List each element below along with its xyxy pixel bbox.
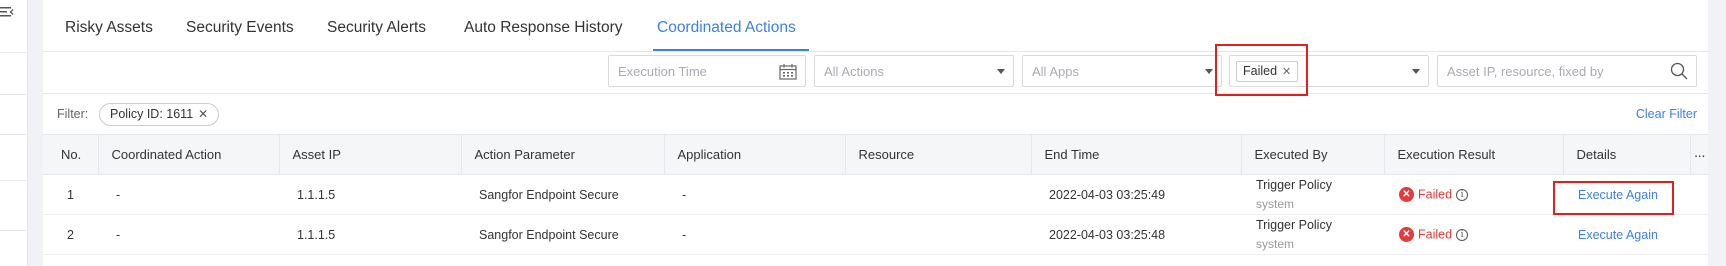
- cell-action: -: [98, 174, 279, 215]
- executed-by-source: system: [1256, 236, 1295, 251]
- actions-select[interactable]: All Actions: [814, 55, 1014, 87]
- apps-select-value: All Apps: [1032, 64, 1079, 79]
- result-text: Failed: [1418, 187, 1453, 202]
- cell-spacer: [1690, 174, 1708, 215]
- cell-execution-result: ✕ Failed i: [1384, 214, 1563, 255]
- col-header-application[interactable]: Application: [663, 134, 845, 175]
- tab-security-events[interactable]: Security Events: [186, 0, 294, 52]
- col-header-resource[interactable]: Resource: [844, 134, 1031, 175]
- filter-bar: Execution Time All Actions All Apps Fail…: [43, 44, 1708, 96]
- collapse-menu-icon[interactable]: [0, 6, 14, 18]
- search-icon[interactable]: [1670, 62, 1688, 80]
- cell-action-parameter: Sangfor Endpoint Secure: [461, 214, 664, 255]
- result-select[interactable]: Failed ✕: [1229, 55, 1429, 87]
- chevron-down-icon: [997, 69, 1005, 74]
- result-chip-label: Failed: [1243, 64, 1278, 78]
- executed-by-name: Trigger Policy: [1256, 217, 1332, 232]
- cell-application: -: [664, 214, 845, 255]
- cell-end-time: 2022-04-03 03:25:49: [1031, 174, 1241, 215]
- info-icon[interactable]: i: [1456, 228, 1469, 241]
- chip-close-icon[interactable]: ✕: [1282, 66, 1291, 78]
- cell-executed-by: Trigger Policy system: [1241, 214, 1384, 255]
- divider: [0, 94, 26, 95]
- result-chip[interactable]: Failed ✕: [1236, 61, 1299, 82]
- execute-again-link[interactable]: Execute Again: [1563, 174, 1690, 215]
- table-header: No. Coordinated Action Asset IP Action P…: [43, 134, 1708, 175]
- col-header-coordinated-action[interactable]: Coordinated Action: [97, 134, 279, 175]
- tab-coordinated-actions[interactable]: Coordinated Actions: [657, 0, 796, 52]
- executed-by-source: system: [1256, 196, 1295, 211]
- cell-no: 2: [43, 214, 98, 255]
- divider: [0, 52, 26, 53]
- policy-filter-pill[interactable]: Policy ID: 1611 ✕: [99, 103, 220, 126]
- cell-spacer: [1690, 214, 1708, 255]
- main-panel: Risky Assets Security Events Security Al…: [43, 0, 1708, 266]
- col-header-execution-result[interactable]: Execution Result: [1383, 134, 1563, 175]
- cell-asset-ip: 1.1.1.5: [279, 214, 461, 255]
- cell-resource: [845, 174, 1031, 215]
- col-header-end-time[interactable]: End Time: [1030, 134, 1241, 175]
- cell-executed-by: Trigger Policy system: [1241, 174, 1384, 215]
- col-header-details[interactable]: Details: [1562, 134, 1690, 175]
- cell-asset-ip: 1.1.1.5: [279, 174, 461, 215]
- cell-resource: [845, 214, 1031, 255]
- chevron-down-icon: [1412, 69, 1420, 74]
- cell-application: -: [664, 174, 845, 215]
- column-settings-icon[interactable]: ···: [1689, 134, 1708, 175]
- col-header-executed-by[interactable]: Executed By: [1240, 134, 1384, 175]
- apps-select[interactable]: All Apps: [1022, 55, 1222, 87]
- cell-action-parameter: Sangfor Endpoint Secure: [461, 174, 664, 215]
- col-header-asset-ip[interactable]: Asset IP: [278, 134, 461, 175]
- active-tab-indicator: [653, 49, 809, 51]
- error-circle-icon: ✕: [1399, 187, 1414, 203]
- divider: [0, 180, 26, 181]
- tab-risky-assets[interactable]: Risky Assets: [65, 0, 153, 52]
- col-header-action-parameter[interactable]: Action Parameter: [460, 134, 664, 175]
- execution-time-picker[interactable]: Execution Time: [608, 55, 806, 87]
- executed-by-name: Trigger Policy: [1256, 177, 1332, 192]
- filter-label: Filter:: [57, 107, 89, 121]
- cell-action: -: [98, 214, 279, 255]
- pill-close-icon[interactable]: ✕: [198, 107, 208, 121]
- divider: [0, 230, 26, 231]
- side-nav-rail: [0, 0, 28, 266]
- clear-filter-link[interactable]: Clear Filter: [1636, 94, 1697, 134]
- divider: [0, 134, 26, 135]
- tab-auto-response-history[interactable]: Auto Response History: [464, 0, 623, 52]
- actions-select-value: All Actions: [824, 64, 884, 79]
- cell-no: 1: [43, 174, 98, 215]
- col-header-no[interactable]: No.: [43, 134, 98, 175]
- error-circle-icon: ✕: [1399, 227, 1414, 243]
- cell-execution-result: ✕ Failed i: [1384, 174, 1563, 215]
- info-icon[interactable]: i: [1456, 188, 1469, 201]
- search-placeholder: Asset IP, resource, fixed by: [1447, 64, 1604, 79]
- policy-filter-label: Policy ID: 1611: [110, 107, 194, 121]
- calendar-icon: [779, 64, 797, 80]
- tab-bar: Risky Assets Security Events Security Al…: [43, 0, 1708, 52]
- active-filter-row: Filter: Policy ID: 1611 ✕ Clear Filter: [43, 94, 1708, 134]
- chevron-down-icon: [1205, 69, 1213, 74]
- execution-time-placeholder: Execution Time: [618, 64, 707, 79]
- table-row: 2 - 1.1.1.5 Sangfor Endpoint Secure - 20…: [43, 214, 1708, 255]
- actions-table: No. Coordinated Action Asset IP Action P…: [43, 134, 1708, 255]
- search-input[interactable]: Asset IP, resource, fixed by: [1437, 55, 1697, 87]
- cell-end-time: 2022-04-03 03:25:48: [1031, 214, 1241, 255]
- table-row: 1 - 1.1.1.5 Sangfor Endpoint Secure - 20…: [43, 174, 1708, 215]
- execute-again-link[interactable]: Execute Again: [1563, 214, 1690, 255]
- tab-security-alerts[interactable]: Security Alerts: [327, 0, 426, 52]
- result-text: Failed: [1418, 227, 1453, 242]
